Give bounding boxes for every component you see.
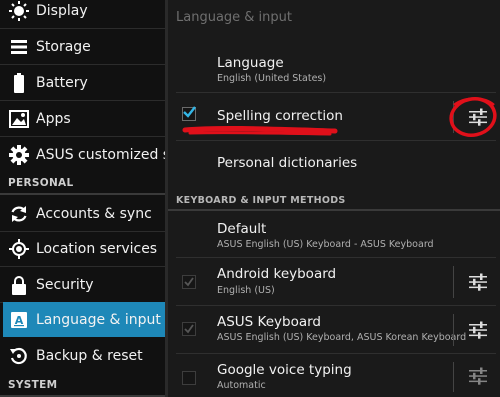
settings-sliders-icon: [469, 321, 487, 339]
section-header-system: SYSTEM: [8, 379, 58, 391]
sidebar-item-location-services[interactable]: Location services: [0, 231, 165, 266]
sidebar-item-security[interactable]: Security: [0, 267, 165, 302]
spelling-correction-checkbox[interactable]: [182, 106, 196, 121]
sidebar-item-label: Backup & reset: [36, 347, 143, 364]
page-title: Language & input: [176, 10, 292, 25]
settings-sliders-icon: [469, 273, 487, 291]
android-keyboard-row[interactable]: Android keyboard English (US): [168, 258, 500, 305]
google-voice-typing-title: Google voice typing: [217, 362, 352, 378]
apps-icon: [8, 108, 30, 130]
personal-dictionaries-title: Personal dictionaries: [217, 155, 358, 171]
default-keyboard-row[interactable]: Default ASUS English (US) Keyboard - ASU…: [168, 212, 500, 257]
location-icon: [8, 238, 30, 260]
language-input-panel: Language & input Language English (Unite…: [168, 0, 500, 397]
personal-dictionaries-row[interactable]: Personal dictionaries: [168, 141, 500, 184]
divider: [453, 314, 454, 346]
android-keyboard-title: Android keyboard: [217, 266, 337, 282]
google-voice-settings-button[interactable]: [456, 354, 500, 397]
sidebar-item-label: Storage: [36, 38, 91, 55]
sidebar-item-language-input[interactable]: A Language & input: [3, 302, 165, 337]
checkmark-icon: [183, 106, 196, 118]
backup-icon: [8, 345, 30, 367]
sidebar-item-label: Display: [36, 2, 88, 19]
sidebar-item-apps[interactable]: Apps: [0, 101, 165, 136]
google-voice-typing-checkbox[interactable]: [182, 371, 196, 385]
category-divider: [168, 209, 500, 211]
settings-sidebar: Display Storage Battery Apps ASUS custom…: [0, 0, 165, 397]
asus-keyboard-title: ASUS Keyboard: [217, 314, 322, 330]
default-summary: ASUS English (US) Keyboard - ASUS Keyboa…: [217, 239, 434, 250]
asus-keyboard-summary: ASUS English (US) Keyboard, ASUS Korean …: [217, 332, 467, 343]
language-summary: English (United States): [217, 73, 327, 84]
sidebar-item-accounts-sync[interactable]: Accounts & sync: [0, 196, 165, 231]
language-title: Language: [217, 55, 284, 71]
default-title: Default: [217, 221, 267, 237]
android-keyboard-checkbox[interactable]: [182, 275, 196, 289]
divider: [453, 266, 454, 298]
sidebar-item-display[interactable]: Display: [0, 0, 165, 28]
sidebar-item-label: Security: [36, 276, 94, 293]
battery-icon: [8, 72, 30, 94]
checkmark-icon: [184, 277, 194, 287]
section-header-personal: PERSONAL: [8, 177, 74, 189]
sidebar-item-label: Battery: [36, 74, 88, 91]
checkmark-icon: [184, 324, 194, 334]
sync-icon: [8, 203, 30, 225]
sidebar-item-battery[interactable]: Battery: [0, 65, 165, 100]
divider: [453, 362, 454, 392]
gear-icon: [8, 144, 30, 166]
storage-icon: [8, 36, 30, 58]
asus-keyboard-row[interactable]: ASUS Keyboard ASUS English (US) Keyboard…: [168, 306, 500, 353]
sidebar-item-label: ASUS customized settings: [36, 146, 165, 163]
sidebar-item-asus-settings[interactable]: ASUS customized settings: [0, 137, 165, 172]
keyboard-icon: A: [8, 309, 30, 331]
settings-sliders-icon: [469, 367, 487, 385]
google-voice-typing-row[interactable]: Google voice typing Automatic: [168, 354, 500, 397]
red-underline-annotation: [182, 125, 338, 136]
asus-keyboard-settings-button[interactable]: [456, 308, 500, 352]
language-row[interactable]: Language English (United States): [168, 44, 500, 92]
red-circle-annotation: [449, 97, 497, 137]
sidebar-item-label: Language & input: [36, 311, 161, 328]
sidebar-item-storage[interactable]: Storage: [0, 29, 165, 64]
sidebar-item-label: Apps: [36, 110, 71, 127]
lock-icon: [8, 274, 30, 296]
google-voice-typing-summary: Automatic: [217, 380, 266, 391]
android-keyboard-summary: English (US): [217, 285, 275, 296]
sidebar-item-backup-reset[interactable]: Backup & reset: [0, 338, 165, 373]
category-header: KEYBOARD & INPUT METHODS: [176, 195, 346, 206]
section-divider: [0, 193, 165, 195]
asus-keyboard-checkbox[interactable]: [182, 322, 196, 336]
sidebar-item-label: Location services: [36, 240, 158, 257]
display-icon: [8, 0, 30, 22]
sidebar-item-label: Accounts & sync: [36, 205, 152, 222]
android-keyboard-settings-button[interactable]: [456, 260, 500, 304]
